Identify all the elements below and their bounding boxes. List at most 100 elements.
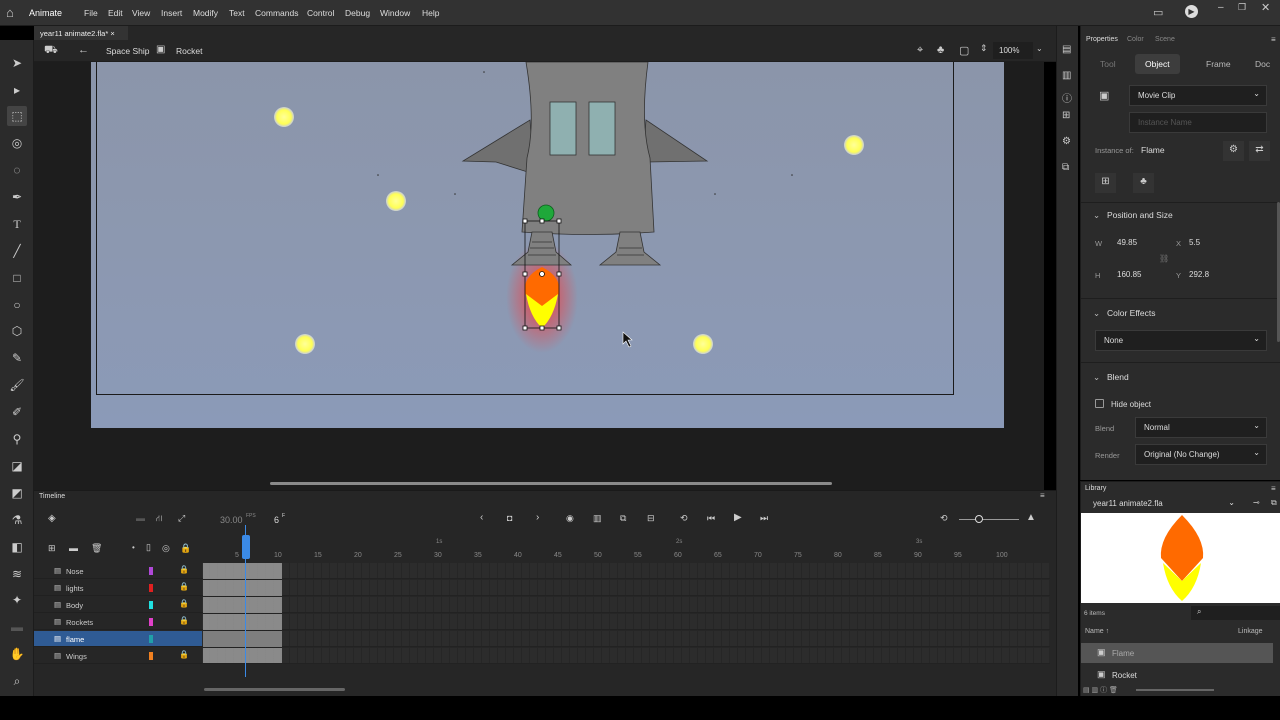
- minimize-icon[interactable]: –: [1218, 2, 1224, 13]
- menu-control[interactable]: Control: [307, 8, 334, 18]
- lock-icon[interactable]: 🔒: [179, 565, 189, 574]
- list-item[interactable]: ▣ Flame: [1081, 643, 1273, 663]
- horizontal-scrollbar[interactable]: [270, 482, 832, 485]
- zoom-tool-icon[interactable]: ⌕: [7, 671, 27, 691]
- library-document-select[interactable]: year11 animate2.fla ⌄: [1085, 497, 1241, 511]
- playhead-handle[interactable]: [242, 535, 250, 559]
- transform-panel-icon[interactable]: ⚙: [1062, 136, 1071, 147]
- edit-instance-icon[interactable]: ⚙: [1223, 141, 1244, 161]
- layer-rockets[interactable]: ▤ Rockets 🔒: [34, 614, 202, 630]
- fps-value[interactable]: 30.00: [220, 515, 243, 525]
- align-panel-icon[interactable]: ⊞: [1062, 110, 1070, 121]
- frame-row[interactable]: [202, 597, 1050, 613]
- create-tween-icon[interactable]: ⧉: [620, 513, 626, 524]
- zoom-stepper-icon[interactable]: ⇕: [980, 43, 988, 54]
- new-folder-icon[interactable]: ▬: [69, 543, 78, 553]
- insert-blank-icon[interactable]: ⊟: [647, 513, 655, 524]
- lock-all-icon[interactable]: 🔒: [180, 543, 191, 554]
- library-scrollbar[interactable]: [1136, 689, 1214, 691]
- subtab-frame[interactable]: Frame: [1196, 54, 1241, 74]
- height-value[interactable]: 160.85: [1117, 270, 1141, 279]
- document-tab[interactable]: year11 animate2.fla* ×: [34, 26, 128, 40]
- menu-debug[interactable]: Debug: [345, 8, 370, 18]
- step-forward-icon[interactable]: ⏭: [760, 513, 768, 524]
- layer-wings[interactable]: ▤ Wings 🔒: [34, 648, 202, 664]
- subtab-tool[interactable]: Tool: [1090, 54, 1126, 74]
- camera-icon[interactable]: ▬: [136, 513, 145, 523]
- hand-tool-icon[interactable]: ✋: [7, 644, 27, 664]
- symbol-type-select[interactable]: Movie Clip ⌄: [1129, 85, 1267, 106]
- menu-text[interactable]: Text: [229, 8, 245, 18]
- layer-color-swatch[interactable]: [149, 652, 153, 660]
- library-linkage-column[interactable]: Linkage: [1238, 628, 1263, 635]
- timeline-scrollbar[interactable]: [204, 688, 345, 691]
- menu-file[interactable]: File: [84, 8, 98, 18]
- breadcrumb-symbol[interactable]: Rocket: [176, 46, 202, 56]
- frame-span-selected[interactable]: [203, 631, 282, 647]
- layer-lights[interactable]: ▤ lights 🔒: [34, 580, 202, 596]
- info-panel-icon[interactable]: ⓘ: [1062, 90, 1072, 105]
- timeline-zoom-slider[interactable]: [959, 515, 1019, 523]
- blend-header[interactable]: ⌄ Blend: [1081, 372, 1280, 382]
- next-keyframe-icon[interactable]: ›: [536, 512, 539, 523]
- highlight-icon[interactable]: •: [132, 543, 135, 552]
- layer-color-swatch[interactable]: [149, 584, 153, 592]
- link-icon[interactable]: ⛓: [1159, 254, 1169, 263]
- edit-symbol-icon[interactable]: ♣: [1133, 173, 1154, 193]
- pen-tool-icon[interactable]: ✒: [7, 187, 27, 207]
- star-light[interactable]: [295, 334, 315, 354]
- frame-span[interactable]: [203, 563, 282, 663]
- scene-icon[interactable]: ⛟: [44, 44, 58, 58]
- polystar-tool-icon[interactable]: ⬡: [7, 321, 27, 341]
- properties-panel-icon[interactable]: ▤: [1062, 44, 1071, 55]
- clip-content-icon[interactable]: ▢: [959, 44, 969, 57]
- lock-icon[interactable]: 🔒: [179, 582, 189, 591]
- star-light[interactable]: [844, 135, 864, 155]
- instance-name-input[interactable]: Instance Name: [1129, 112, 1267, 133]
- subtab-object[interactable]: Object: [1135, 54, 1180, 74]
- library-panel-icon[interactable]: ▥: [1062, 70, 1071, 81]
- frame-row[interactable]: [202, 614, 1050, 630]
- bone-tool-icon[interactable]: ⚲: [7, 429, 27, 449]
- color-effects-header[interactable]: ⌄ Color Effects: [1081, 308, 1280, 318]
- menu-window[interactable]: Window: [380, 8, 410, 18]
- text-tool-icon[interactable]: T: [7, 214, 27, 234]
- menu-modify[interactable]: Modify: [193, 8, 218, 18]
- layers-icon[interactable]: ◈: [48, 513, 56, 524]
- delete-layer-icon[interactable]: 🗑: [91, 543, 102, 554]
- layer-flame[interactable]: ▤ flame: [34, 631, 202, 647]
- tab-scene[interactable]: Scene: [1155, 36, 1175, 43]
- slider-handle[interactable]: [975, 515, 983, 523]
- components-panel-icon[interactable]: ⧉: [1062, 162, 1069, 173]
- star-light[interactable]: [274, 107, 294, 127]
- layer-color-swatch[interactable]: [149, 618, 153, 626]
- lock-icon[interactable]: 🔒: [179, 616, 189, 625]
- panel-menu-icon[interactable]: ≡: [1271, 35, 1276, 44]
- free-transform-tool-icon[interactable]: ⬚: [7, 106, 27, 126]
- position-size-header[interactable]: ⌄ Position and Size: [1081, 210, 1280, 220]
- close-tab-icon[interactable]: ×: [110, 29, 114, 38]
- menu-view[interactable]: View: [132, 8, 150, 18]
- visibility-icon[interactable]: ◎: [162, 543, 170, 554]
- x-value[interactable]: 5.5: [1189, 238, 1200, 247]
- breadcrumb-scene[interactable]: Space Ship: [106, 46, 149, 56]
- subtab-doc[interactable]: Doc: [1245, 54, 1280, 74]
- menu-help[interactable]: Help: [422, 8, 439, 18]
- render-select[interactable]: Original (No Change) ⌄: [1135, 444, 1267, 465]
- menu-edit[interactable]: Edit: [108, 8, 123, 18]
- frame-row[interactable]: [202, 563, 1050, 579]
- frame-row[interactable]: [202, 580, 1050, 596]
- rectangle-tool-icon[interactable]: □: [7, 268, 27, 288]
- pin-icon[interactable]: ⊸: [1253, 498, 1260, 507]
- y-value[interactable]: 292.8: [1189, 270, 1209, 279]
- camera-tool-icon[interactable]: ▬: [7, 617, 27, 637]
- loop-icon[interactable]: ⟲: [680, 513, 688, 524]
- layer-nose[interactable]: ▤ Nose 🔒: [34, 563, 202, 579]
- edit-multiple-frames-icon[interactable]: ▥: [593, 513, 602, 524]
- home-icon[interactable]: ⌂: [6, 5, 14, 20]
- line-tool-icon[interactable]: ╱: [7, 241, 27, 261]
- layer-color-swatch[interactable]: [149, 567, 153, 575]
- layer-body[interactable]: ▤ Body 🔒: [34, 597, 202, 613]
- paint-bucket-tool-icon[interactable]: ◪: [7, 456, 27, 476]
- stage-area[interactable]: [34, 62, 1044, 492]
